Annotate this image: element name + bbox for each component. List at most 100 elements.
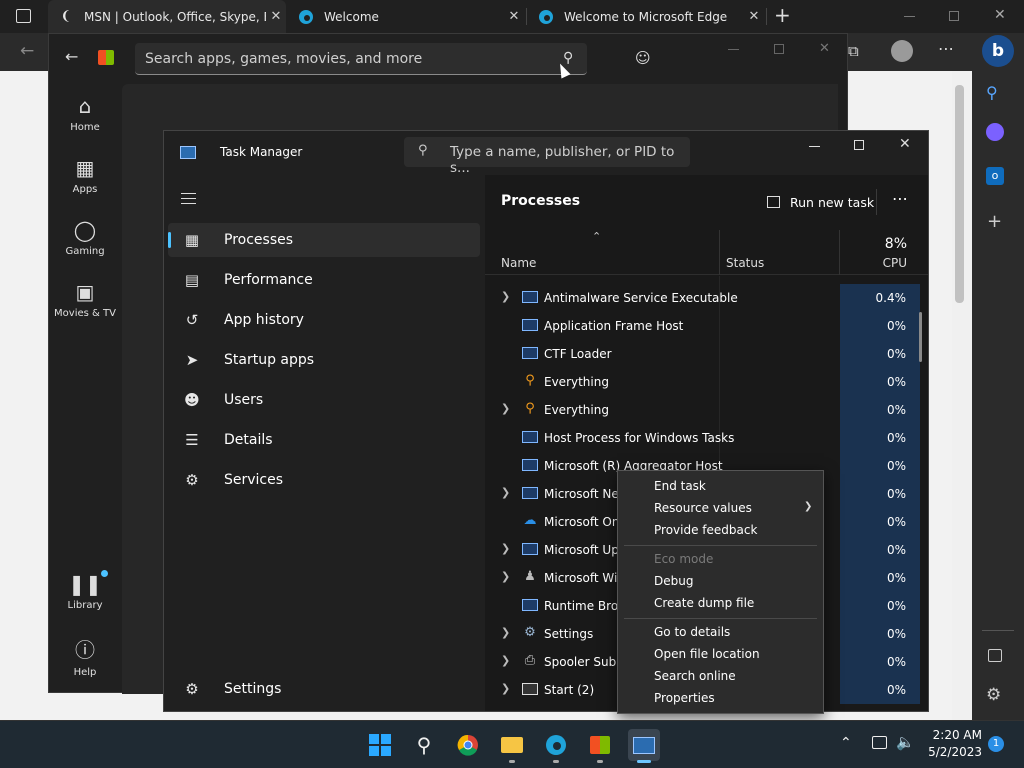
add-icon[interactable]: + [987,211,1002,232]
tab-welcome-edge[interactable]: Welcome to Microsoft Edge ✕ [528,0,764,33]
menu-resource-values[interactable]: Resource values [618,497,823,519]
copilot-icon[interactable] [986,123,1004,141]
nav-users[interactable]: ☻ Users [168,383,480,417]
table-row[interactable]: ⚲ Everything 0% [485,368,928,396]
store-nav-help[interactable]: ⓘ Help [49,634,121,678]
tab-actions-icon[interactable] [16,9,31,23]
run-new-task-button[interactable]: Run new task [767,191,874,213]
close-icon[interactable]: ✕ [504,9,524,24]
column-status[interactable]: Status [726,256,764,270]
menu-properties[interactable]: Properties [618,687,823,709]
tab-welcome[interactable]: Welcome ✕ [288,0,524,33]
sort-chevron-up-icon[interactable]: ⌃ [592,230,601,243]
chevron-right-icon[interactable]: ❯ [501,290,510,303]
process-name: CTF Loader [544,347,612,361]
more-options-icon[interactable]: ⋯ [892,189,908,208]
list-scrollbar-thumb[interactable] [919,312,922,362]
column-name[interactable]: Name [501,256,536,270]
nav-details[interactable]: ☰ Details [168,423,480,457]
nav-performance[interactable]: ▤ Performance [168,263,480,297]
process-name: Microsoft Upd [544,543,627,557]
store-search-input[interactable]: Search apps, games, movies, and more [135,43,587,75]
nav-label: Apps [72,184,98,195]
column-header: ⌃ Name Status 8% CPU [485,230,928,275]
store-nav-library[interactable]: ❚❚ Library [49,572,121,611]
start-button[interactable] [364,729,396,761]
store-icon[interactable] [584,729,616,763]
chevron-right-icon[interactable]: ❯ [501,654,510,667]
page-scrollbar[interactable] [952,71,972,721]
table-row[interactable]: Host Process for Windows Tasks 0% [485,424,928,452]
process-name: Microsoft Net [544,487,624,501]
minimize-icon[interactable] [904,16,915,17]
tab-msn[interactable]: ❨ MSN | Outlook, Office, Skype, Bi ✕ [48,0,286,33]
column-cpu[interactable]: CPU [865,256,907,270]
back-icon[interactable]: ← [65,47,78,66]
search-icon[interactable]: ⚲ [986,83,998,102]
nav-services[interactable]: ⚙ Services [168,463,480,497]
nav-app-history[interactable]: ↺ App history [168,303,480,337]
menu-open-file-location[interactable]: Open file location [618,643,823,665]
table-row[interactable]: Application Frame Host 0% [485,312,928,340]
menu-debug[interactable]: Debug [618,570,823,592]
search-button[interactable]: ⚲ [408,729,440,761]
process-search-input[interactable]: Type a name, publisher, or PID to s... [404,137,690,176]
back-icon[interactable]: ← [20,41,34,61]
table-row[interactable]: CTF Loader 0% [485,340,928,368]
network-icon[interactable] [872,736,887,749]
maximize-icon[interactable] [949,11,959,21]
table-row[interactable]: ❯ Antimalware Service Executable 0.4% [485,284,928,312]
notification-badge[interactable]: 1 [988,736,1004,752]
minimize-icon[interactable] [809,146,820,147]
menu-create-dump[interactable]: Create dump file [618,592,823,614]
clock-date[interactable]: 5/2/2023 [924,745,982,759]
maximize-icon[interactable] [854,140,864,150]
clock-time[interactable]: 2:20 AM [924,728,982,742]
store-nav-gaming[interactable]: ◯ Gaming [49,218,121,257]
more-icon[interactable]: ⋯ [938,39,954,58]
close-icon[interactable]: ✕ [819,41,830,56]
nav-settings[interactable]: ⚙ Settings [168,672,480,706]
store-nav-movies[interactable]: ▣ Movies & TV [49,280,121,319]
chevron-right-icon[interactable]: ❯ [501,626,510,639]
nav-startup-apps[interactable]: ➤ Startup apps [168,343,480,377]
volume-icon[interactable]: 🔈 [896,733,915,751]
gear-icon[interactable]: ⚙ [986,685,1001,705]
close-icon[interactable]: ✕ [744,9,764,24]
menu-provide-feedback[interactable]: Provide feedback [618,519,823,541]
hamburger-menu-icon[interactable] [181,193,196,204]
movies-icon: ▣ [75,280,95,304]
menu-end-task[interactable]: End task [618,475,823,497]
new-tab-button[interactable]: + [774,3,791,27]
chevron-right-icon[interactable]: ❯ [501,682,510,695]
minimize-icon[interactable] [728,49,739,50]
close-icon[interactable]: ✕ [994,7,1006,23]
close-icon[interactable]: ✕ [266,9,286,24]
outlook-icon[interactable]: o [986,167,1004,185]
task-manager-icon[interactable] [628,729,660,763]
menu-search-online[interactable]: Search online [618,665,823,687]
file-explorer-icon[interactable] [496,729,528,763]
edge-icon[interactable] [540,729,572,763]
nav-processes[interactable]: ▦ Processes [168,223,480,257]
active-indicator [168,232,171,248]
chevron-right-icon[interactable]: ❯ [501,570,510,583]
process-cpu: 0% [840,536,920,564]
chevron-right-icon[interactable]: ❯ [501,402,510,415]
table-row[interactable]: ❯ ⚲ Everything 0% [485,396,928,424]
collections-icon[interactable]: ⧉ [848,42,859,60]
store-nav-home[interactable]: ⌂ Home [49,94,121,133]
store-nav-apps[interactable]: ▦ Apps [49,156,121,195]
split-screen-icon[interactable] [988,649,1002,662]
chevron-up-icon[interactable]: ⌃ [840,735,852,751]
maximize-icon[interactable] [774,44,784,54]
close-icon[interactable]: ✕ [899,136,911,152]
chrome-icon[interactable] [452,729,484,761]
account-icon[interactable]: ☺ [635,49,651,67]
chevron-right-icon[interactable]: ❯ [501,542,510,555]
chevron-right-icon[interactable]: ❯ [501,486,510,499]
bing-icon[interactable]: b [982,35,1014,67]
profile-avatar[interactable] [891,40,913,62]
scrollbar-thumb[interactable] [955,85,964,303]
menu-go-to-details[interactable]: Go to details [618,621,823,643]
